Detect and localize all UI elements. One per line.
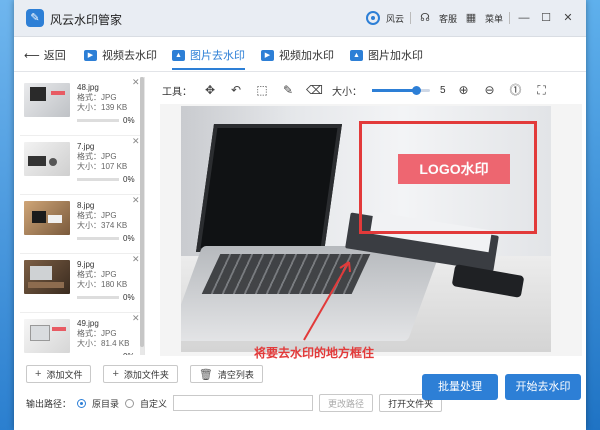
- button-label: 清空列表: [217, 369, 254, 380]
- app-window: ✎ 风云水印管家 风云 ☊ 客服 ▦ 菜单 — ☐ ✕ ⟵ 返回 ▶ 视频去水印…: [14, 0, 586, 430]
- clear-list-button[interactable]: 🗑 清空列表: [189, 365, 263, 383]
- button-label: 添加文件: [46, 369, 83, 380]
- add-folder-button[interactable]: + 添加文件夹: [103, 365, 178, 383]
- output-label: 输出路径：: [26, 398, 72, 409]
- plus-icon: +: [112, 368, 119, 380]
- annotation-text: 将要去水印的地方框住: [254, 346, 375, 360]
- trash-icon: 🗑: [198, 368, 213, 381]
- button-label: 添加文件夹: [123, 369, 169, 380]
- custom-dir-radio[interactable]: [125, 398, 135, 408]
- batch-process-button[interactable]: 批量处理: [422, 374, 498, 400]
- add-file-button[interactable]: + 添加文件: [26, 365, 92, 383]
- start-remove-watermark-button[interactable]: 开始去水印: [505, 374, 581, 400]
- custom-dir-label[interactable]: 自定义: [140, 397, 167, 410]
- output-path-row: 输出路径： 原目录 自定义 更改路径 打开文件夹: [26, 394, 443, 412]
- output-path-input[interactable]: [173, 395, 314, 411]
- change-path-button[interactable]: 更改路径: [319, 394, 374, 412]
- plus-icon: +: [35, 368, 42, 380]
- desktop-background-right: [586, 0, 600, 430]
- desktop-background-left: [0, 0, 14, 430]
- original-dir-label[interactable]: 原目录: [92, 397, 119, 410]
- original-dir-radio[interactable]: [77, 398, 87, 408]
- list-actions: + 添加文件 + 添加文件夹 🗑 清空列表: [26, 365, 263, 383]
